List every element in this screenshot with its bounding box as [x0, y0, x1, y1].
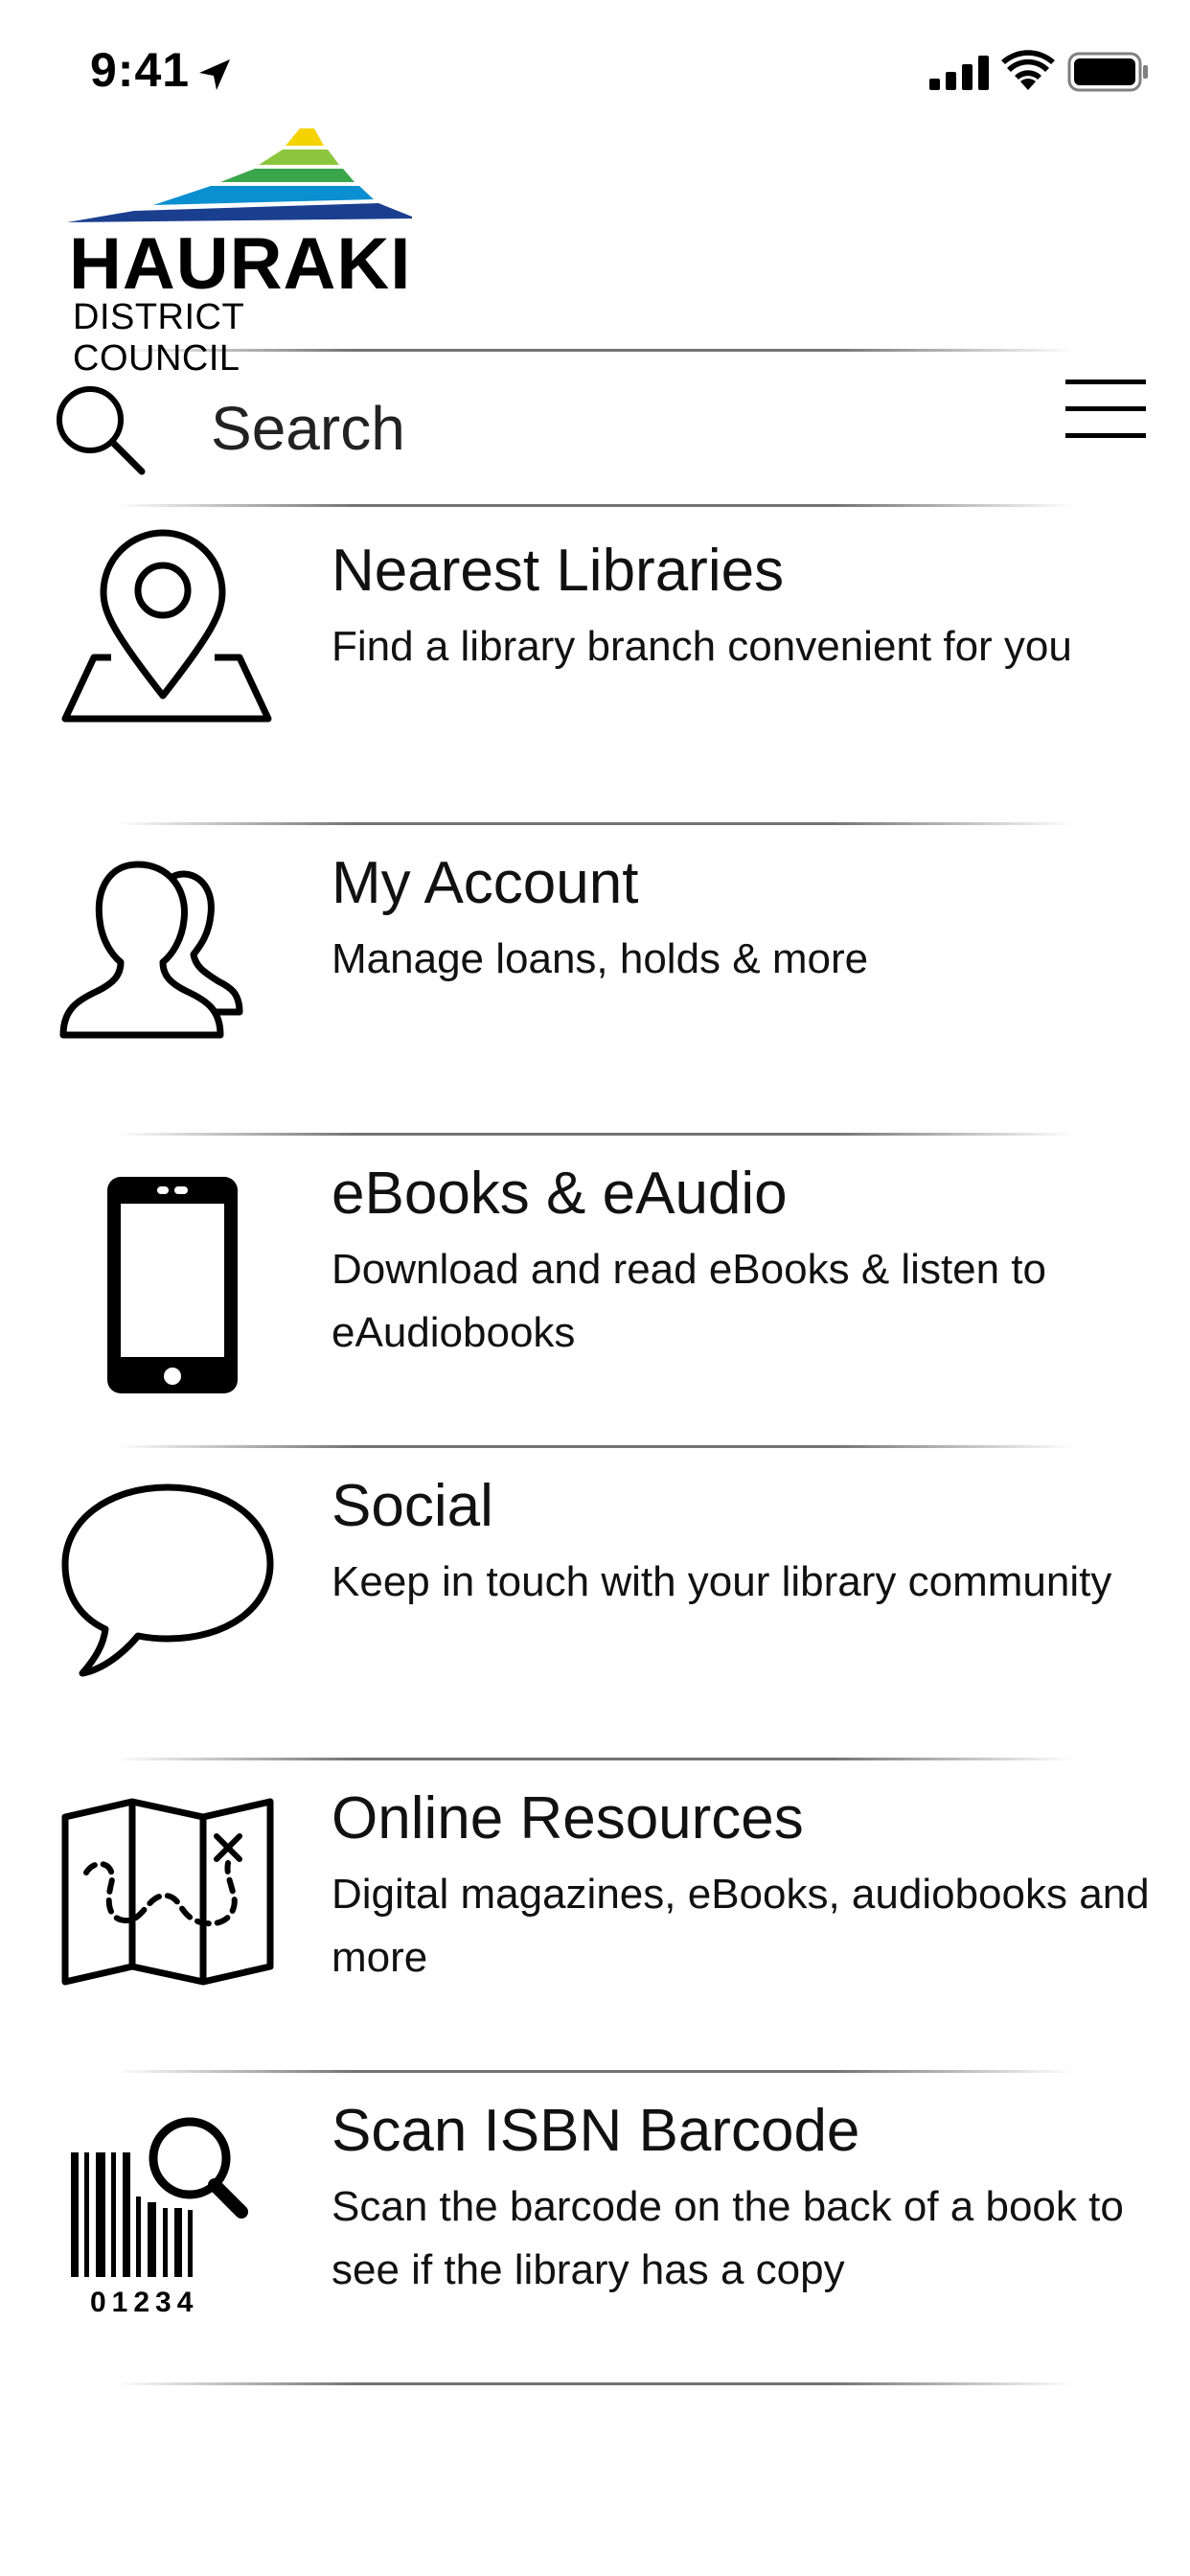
- status-bar: 9:41: [0, 0, 1190, 134]
- search-icon[interactable]: [52, 381, 148, 477]
- wifi-icon: [1001, 50, 1055, 90]
- location-arrow-icon: [199, 59, 230, 90]
- search-input[interactable]: [211, 385, 996, 472]
- divider: [115, 2070, 1073, 2073]
- menu-item-online-resources[interactable]: Online Resources Digital magazines, eBoo…: [0, 1765, 1190, 2068]
- menu-item-description: Find a library branch convenient for you: [332, 623, 1072, 670]
- battery-icon: [1067, 52, 1148, 92]
- logo-name: HAURAKI: [69, 223, 412, 305]
- signal-icon: [929, 56, 989, 90]
- menu-item-ebooks-eaudio[interactable]: eBooks & eAudio Download and read eBooks…: [0, 1140, 1190, 1443]
- menu-item-title: Social: [332, 1473, 493, 1539]
- divider: [115, 822, 1073, 825]
- phone-icon: [107, 1177, 238, 1393]
- menu-item-title: Nearest Libraries: [332, 538, 785, 604]
- menu-item-description: Scan the barcode on the back of a book t…: [332, 2183, 1124, 2293]
- speech-bubble-icon: [61, 1484, 274, 1677]
- barcode-digits: 01234: [90, 2287, 198, 2318]
- divider: [115, 2382, 1073, 2385]
- menu-item-my-account[interactable]: My Account Manage loans, holds & more: [0, 830, 1190, 1133]
- barcode-search-icon: 01234: [71, 2117, 248, 2318]
- menu-item-title: My Account: [332, 850, 639, 916]
- divider: [115, 1758, 1073, 1760]
- divider: [115, 504, 1073, 507]
- menu-item-social[interactable]: Social Keep in touch with your library c…: [0, 1453, 1190, 1756]
- menu-item-description: Manage loans, holds & more: [332, 935, 869, 982]
- menu-item-nearest-libraries[interactable]: Nearest Libraries Find a library branch …: [0, 518, 1190, 820]
- menu-item-title: Online Resources: [332, 1785, 804, 1852]
- divider: [115, 1133, 1073, 1136]
- menu-item-scan-isbn-barcode[interactable]: 01234 Scan ISBN Barcode Scan the barcode…: [0, 2078, 1190, 2380]
- status-time: 9:41: [90, 43, 191, 97]
- divider: [115, 349, 1073, 352]
- menu-item-description: Download and read eBooks & listen to eAu…: [332, 1246, 1047, 1356]
- menu-item-title: Scan ISBN Barcode: [332, 2098, 860, 2164]
- hamburger-menu-icon[interactable]: [1065, 376, 1146, 443]
- menu-item-title: eBooks & eAudio: [332, 1161, 788, 1227]
- search-bar: [0, 356, 1190, 500]
- users-icon: [59, 861, 243, 1039]
- menu-item-description: Digital magazines, eBooks, audiobooks an…: [332, 1871, 1150, 1981]
- hauraki-logo: HAURAKI DISTRICT COUNCIL: [67, 123, 412, 379]
- menu-item-description: Keep in touch with your library communit…: [332, 1558, 1112, 1605]
- divider: [115, 1445, 1073, 1448]
- mountain-logo-icon: [67, 128, 412, 222]
- map-pin-icon: [61, 529, 272, 723]
- treasure-map-icon: [61, 1798, 274, 1986]
